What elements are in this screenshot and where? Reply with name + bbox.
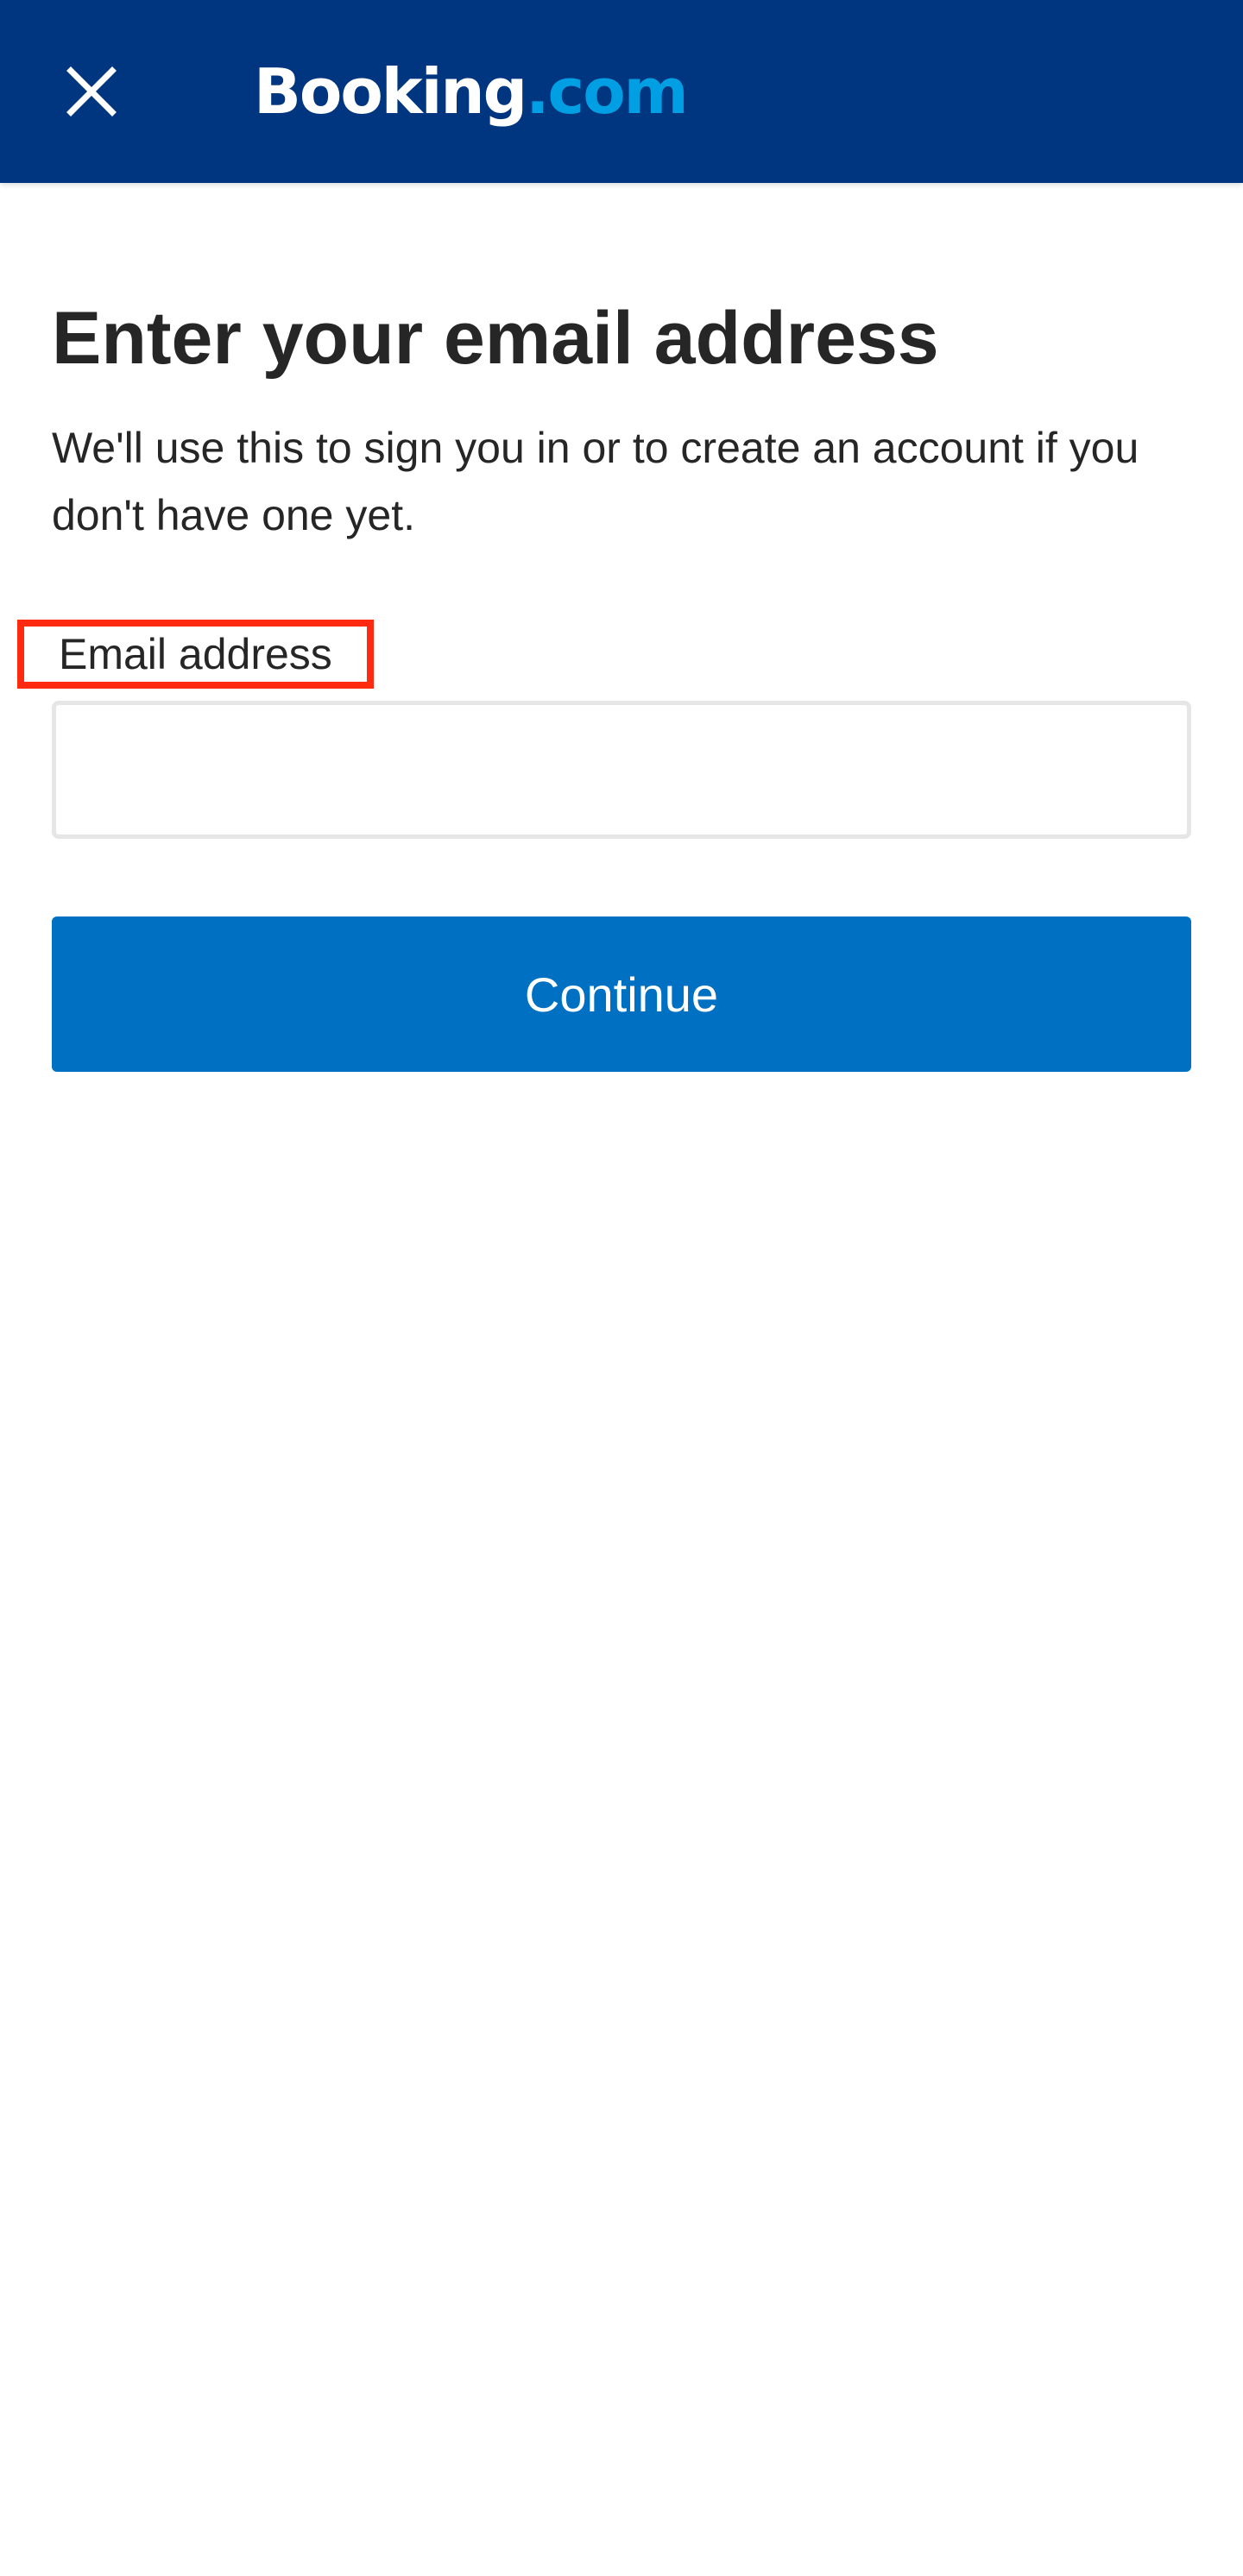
app-header: Booking .com — [0, 0, 1243, 183]
email-field-label: Email address — [17, 620, 374, 689]
booking-logo: Booking .com — [254, 48, 689, 135]
page-title: Enter your email address — [52, 297, 939, 380]
close-button[interactable] — [47, 47, 136, 136]
close-icon — [66, 66, 117, 117]
logo-tld-text: .com — [526, 55, 689, 128]
logo-brand-text: Booking — [254, 55, 527, 128]
page-subtitle: We'll use this to sign you in or to crea… — [52, 424, 1139, 539]
email-field[interactable] — [52, 701, 1191, 839]
continue-button[interactable]: Continue — [52, 916, 1191, 1072]
